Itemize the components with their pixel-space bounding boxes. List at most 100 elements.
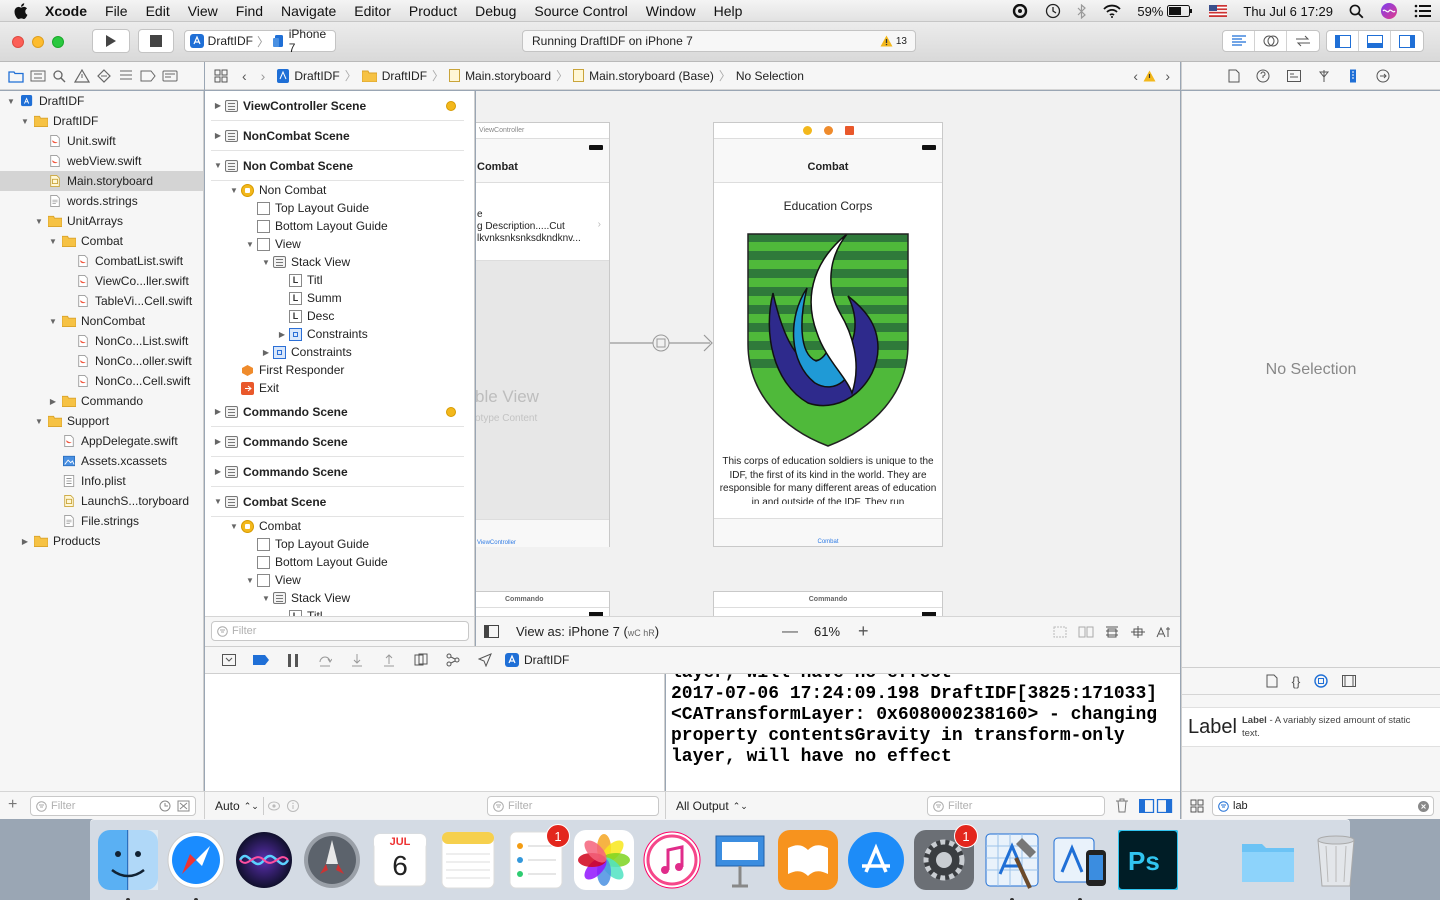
version-editor-button[interactable] bbox=[1287, 31, 1319, 51]
crumb-selection[interactable]: No Selection bbox=[736, 69, 804, 83]
disclosure-expanded-icon[interactable]: ▼ bbox=[243, 576, 257, 585]
breakpoint-navigator-icon[interactable] bbox=[140, 69, 156, 83]
disclosure-expanded-icon[interactable]: ▼ bbox=[34, 417, 44, 426]
navigator-item[interactable]: ▼ Combat bbox=[0, 231, 203, 251]
navigator-item[interactable]: ▼ Support bbox=[0, 411, 203, 431]
navigator-item[interactable]: NonCo...List.swift bbox=[0, 331, 203, 351]
menu-file[interactable]: File bbox=[96, 3, 137, 19]
disclosure-expanded-icon[interactable]: ▼ bbox=[6, 97, 16, 106]
wifi-icon[interactable] bbox=[1095, 4, 1129, 18]
menu-edit[interactable]: Edit bbox=[137, 3, 179, 19]
run-button[interactable] bbox=[92, 29, 130, 53]
outline-row[interactable]: ▼ Combat bbox=[211, 517, 474, 535]
debug-target[interactable]: DraftIDF bbox=[505, 653, 569, 667]
warning-badge-icon[interactable] bbox=[446, 100, 456, 111]
navigator-item[interactable]: ▼ DraftIDF bbox=[0, 111, 203, 131]
exit-dock-icon[interactable] bbox=[844, 126, 854, 135]
grid-view-icon[interactable] bbox=[1190, 799, 1204, 813]
menu-debug[interactable]: Debug bbox=[466, 3, 525, 19]
ibooks-dock-icon[interactable] bbox=[778, 830, 838, 890]
view-debugger-button[interactable] bbox=[405, 653, 437, 667]
notification-center-icon[interactable] bbox=[1406, 4, 1440, 18]
zoom-level[interactable]: 61% bbox=[814, 624, 840, 639]
size-inspector-icon[interactable] bbox=[1347, 69, 1359, 83]
disclosure-expanded-icon[interactable]: ▼ bbox=[243, 240, 257, 249]
spotlight-icon[interactable] bbox=[1341, 4, 1372, 19]
zoom-in-icon[interactable]: + bbox=[858, 621, 869, 642]
navigator-item[interactable]: ▼ NonCombat bbox=[0, 311, 203, 331]
navigator-item[interactable]: File.strings bbox=[0, 511, 203, 531]
disclosure-collapsed-icon[interactable]: ▶ bbox=[275, 330, 289, 339]
disclosure-expanded-icon[interactable]: ▼ bbox=[34, 217, 44, 226]
issue-warning-icon[interactable] bbox=[1143, 70, 1156, 82]
navigator-item[interactable]: Main.storyboard bbox=[0, 171, 203, 191]
navigator-item[interactable]: AppDelegate.swift bbox=[0, 431, 203, 451]
menu-navigate[interactable]: Navigate bbox=[272, 3, 345, 19]
bluetooth-icon[interactable] bbox=[1069, 3, 1095, 19]
navigator-item[interactable]: LaunchS...toryboard bbox=[0, 491, 203, 511]
simulate-location-button[interactable] bbox=[469, 653, 501, 667]
outline-scene-row[interactable]: ▶ Commando Scene bbox=[211, 397, 464, 427]
menu-help[interactable]: Help bbox=[705, 3, 752, 19]
commando-scene-frame-left[interactable]: Commando bbox=[476, 591, 610, 616]
disclosure-expanded-icon[interactable]: ▼ bbox=[259, 258, 273, 267]
outline-scene-row[interactable]: ▶ Commando Scene bbox=[211, 427, 464, 457]
disclosure-collapsed-icon[interactable]: ▶ bbox=[211, 437, 225, 446]
standard-editor-button[interactable] bbox=[1223, 31, 1255, 51]
storyboard-canvas[interactable]: ViewController Combat e g Description...… bbox=[476, 91, 1180, 616]
variables-scope-popup[interactable]: Auto ⌃⌄ bbox=[215, 799, 259, 813]
crumb-group[interactable]: DraftIDF bbox=[382, 69, 427, 83]
outline-row[interactable]: First Responder bbox=[211, 361, 474, 379]
add-file-icon[interactable]: + bbox=[8, 797, 17, 813]
toggle-utilities-button[interactable] bbox=[1391, 31, 1423, 51]
outline-row[interactable]: ▶ Constraints bbox=[211, 325, 474, 343]
menu-find[interactable]: Find bbox=[227, 3, 272, 19]
breakpoints-toggle-button[interactable] bbox=[245, 655, 277, 665]
outline-row[interactable]: ▼ View bbox=[211, 571, 474, 589]
outline-row[interactable]: Exit bbox=[211, 379, 474, 397]
disclosure-expanded-icon[interactable]: ▼ bbox=[211, 161, 225, 170]
disclosure-expanded-icon[interactable]: ▼ bbox=[48, 237, 58, 246]
toggle-outline-icon[interactable] bbox=[484, 624, 500, 639]
memory-graph-button[interactable] bbox=[437, 653, 469, 667]
navigator-filter-field[interactable]: Filter bbox=[30, 796, 196, 816]
view-as-label[interactable]: View as: iPhone 7 (wC hR) bbox=[516, 624, 659, 639]
warnings-indicator[interactable]: 13 bbox=[880, 35, 907, 47]
photoshop-dock-icon[interactable]: Ps bbox=[1118, 830, 1178, 890]
disclosure-expanded-icon[interactable]: ▼ bbox=[211, 497, 225, 506]
system-preferences-dock-icon[interactable]: 1 bbox=[914, 824, 978, 890]
disclosure-collapsed-icon[interactable]: ▶ bbox=[211, 101, 225, 110]
navigator-item[interactable]: ▼ DraftIDF bbox=[0, 91, 203, 111]
outline-row[interactable]: ▼ Stack View bbox=[211, 253, 474, 271]
step-over-button[interactable] bbox=[309, 654, 341, 667]
creative-cloud-icon[interactable] bbox=[1003, 4, 1037, 18]
zoom-out-icon[interactable]: — bbox=[782, 623, 798, 641]
menu-source-control[interactable]: Source Control bbox=[525, 3, 636, 19]
launchpad-dock-icon[interactable] bbox=[302, 830, 362, 890]
trash-dock-icon[interactable] bbox=[1306, 830, 1366, 890]
siri-menu-icon[interactable] bbox=[1372, 2, 1406, 20]
clear-console-icon[interactable] bbox=[1115, 798, 1129, 813]
outline-row[interactable]: Top Layout Guide bbox=[211, 199, 474, 217]
forward-arrow-icon[interactable]: › bbox=[261, 68, 266, 84]
crumb-project[interactable]: DraftIDF bbox=[294, 69, 339, 83]
disclosure-collapsed-icon[interactable]: ▶ bbox=[211, 467, 225, 476]
tab-bar-item[interactable]: Combat bbox=[714, 518, 942, 546]
outline-row[interactable]: ▼ Stack View bbox=[211, 589, 474, 607]
debug-navigator-icon[interactable] bbox=[118, 69, 134, 83]
safari-dock-icon[interactable] bbox=[166, 830, 226, 900]
disclosure-expanded-icon[interactable]: ▼ bbox=[20, 117, 30, 126]
step-into-button[interactable] bbox=[341, 653, 373, 667]
disclosure-collapsed-icon[interactable]: ▶ bbox=[211, 131, 225, 140]
reminders-dock-icon[interactable]: 1 bbox=[506, 824, 570, 890]
app-store-dock-icon[interactable] bbox=[846, 830, 906, 890]
pin-icon[interactable] bbox=[1130, 625, 1146, 639]
project-navigator-icon[interactable] bbox=[8, 69, 24, 83]
apple-menu-icon[interactable] bbox=[0, 2, 42, 19]
disclosure-expanded-icon[interactable]: ▼ bbox=[227, 186, 241, 195]
navigator-item[interactable]: ▶ Products bbox=[0, 531, 203, 551]
navigator-item[interactable]: NonCo...oller.swift bbox=[0, 351, 203, 371]
split-console-icon[interactable] bbox=[1139, 799, 1173, 813]
library-search-field[interactable]: lab bbox=[1212, 796, 1434, 816]
photos-dock-icon[interactable] bbox=[574, 830, 634, 890]
